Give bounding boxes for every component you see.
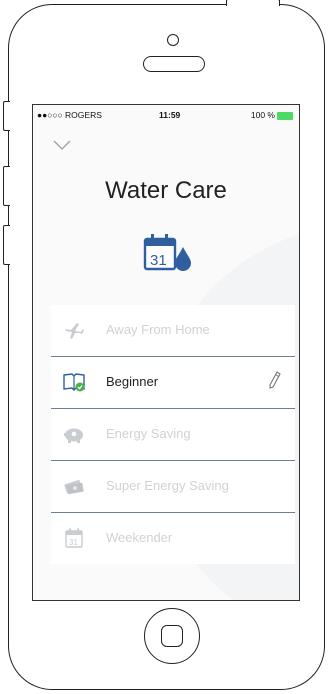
status-bar: ●●○○○ ROGERS 11:59 100 % <box>33 105 299 123</box>
clock: 11:59 <box>159 110 181 120</box>
battery-indicator: 100 % <box>251 110 293 120</box>
airplane-icon <box>65 323 84 339</box>
list-item-label: Weekender <box>106 530 173 545</box>
list-item-super-energy-saving[interactable]: Super Energy Saving <box>51 461 295 513</box>
list-item-label: Away From Home <box>106 322 210 337</box>
list-item-beginner[interactable]: Beginner <box>51 357 295 409</box>
battery-label: 100 % <box>250 110 275 120</box>
list-item-energy-saving[interactable]: Energy Saving <box>51 409 295 461</box>
chevron-down-icon[interactable] <box>53 139 71 151</box>
book-icon <box>63 373 85 392</box>
list-item-weekender[interactable]: 31 Weekender <box>51 513 295 564</box>
list-item-label: Energy Saving <box>106 426 191 441</box>
calendar-icon: 31 <box>65 528 83 548</box>
list-item-away-from-home[interactable]: Away From Home <box>51 305 295 357</box>
volume-up-button <box>3 166 10 206</box>
home-button-square <box>161 625 183 647</box>
mute-switch <box>3 101 10 131</box>
power-button <box>226 0 280 6</box>
battery-icon <box>277 111 293 120</box>
money-icon <box>64 479 84 495</box>
calendar-water-icon: 31 <box>143 234 191 271</box>
piggy-bank-icon <box>64 428 83 443</box>
svg-text:31: 31 <box>150 252 167 269</box>
svg-text:31: 31 <box>69 538 78 547</box>
care-mode-list: Away From Home Beginner Energy Saving Su… <box>51 305 295 564</box>
front-camera <box>167 34 179 46</box>
list-item-label: Beginner <box>106 374 159 389</box>
pencil-icon[interactable] <box>269 371 281 389</box>
page-title: Water Care <box>105 177 227 204</box>
carrier-label: ●●○○○ ROGERS <box>37 110 102 120</box>
earpiece-speaker <box>143 56 205 72</box>
app-screen: ●●○○○ ROGERS 11:59 100 % Water Care 31 A… <box>32 104 300 601</box>
list-item-label: Super Energy Saving <box>106 478 229 493</box>
volume-down-button <box>3 225 10 265</box>
